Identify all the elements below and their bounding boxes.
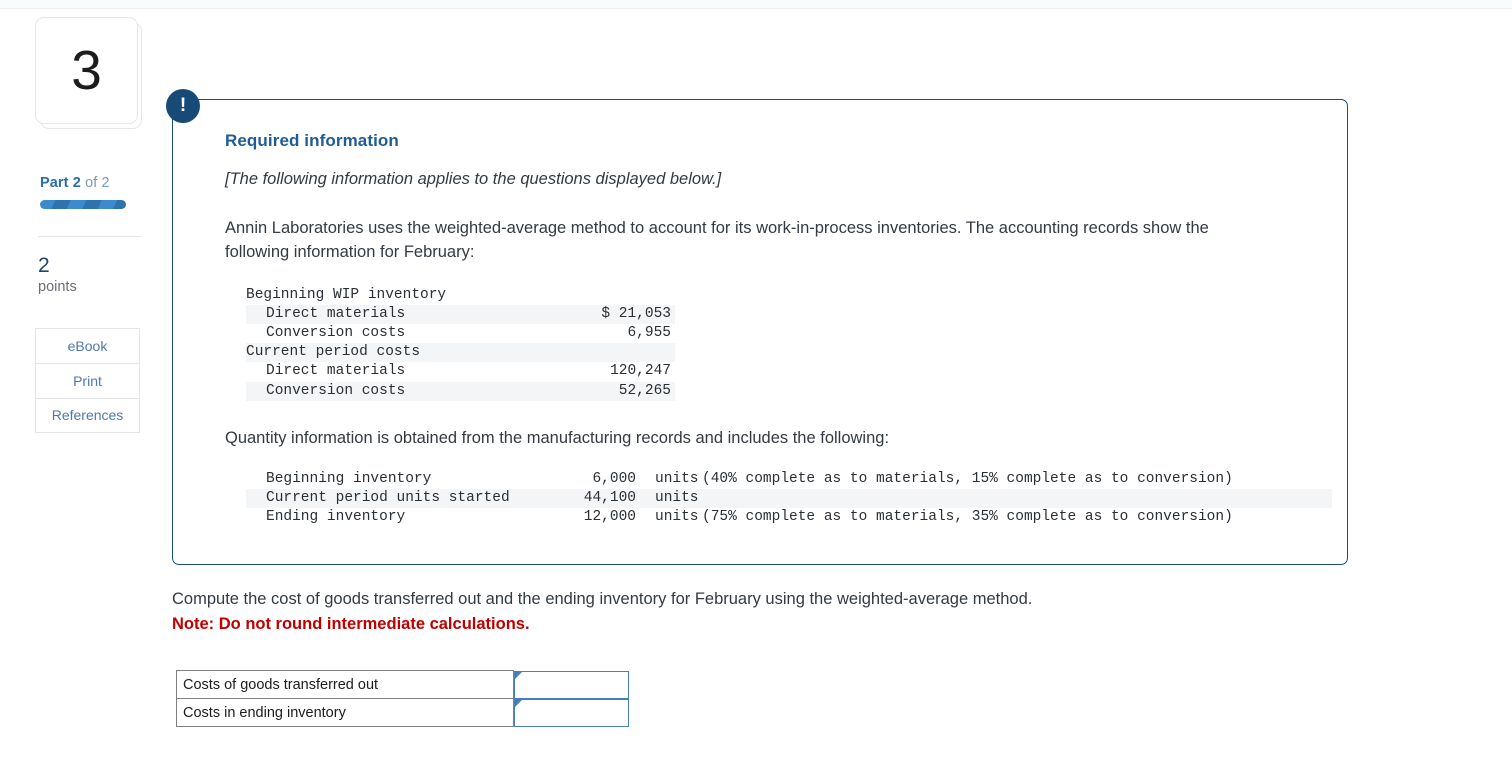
print-button[interactable]: Print	[35, 362, 140, 398]
required-information-callout: Required information [The following info…	[172, 99, 1348, 565]
row-value: 52,265	[618, 382, 671, 399]
part-of: of 2	[85, 175, 110, 191]
row-label: Current period units started	[266, 489, 510, 506]
ending-inventory-input-box[interactable]	[514, 698, 629, 727]
row-label: Ending inventory	[266, 509, 406, 526]
row-label: Beginning inventory	[266, 470, 432, 487]
rail-button-group: eBook Print References	[35, 327, 140, 433]
row-note: (40% complete as to materials, 15% compl…	[702, 470, 1233, 487]
table-row: Direct materials $ 21,053	[246, 304, 675, 324]
table-row: Costs in ending inventory	[176, 698, 630, 727]
table-row: Current period costs	[246, 343, 675, 363]
question-rail: 3 Part 2 of 2 2 points eBook Print Refer…	[0, 0, 168, 762]
table-row: Current period units started 44,100 unit…	[246, 488, 1332, 509]
table-row: Ending inventory 12,000 units (75% compl…	[246, 508, 1332, 527]
row-note: (75% complete as to materials, 35% compl…	[702, 509, 1233, 526]
row-unit: units	[655, 470, 699, 487]
row-label: Direct materials	[266, 363, 406, 380]
applies-note: [The following information applies to th…	[225, 170, 722, 188]
row-unit: units	[655, 489, 699, 506]
row-unit: units	[655, 509, 699, 526]
row-label: Conversion costs	[266, 382, 406, 399]
part-indicator: Part 2 of 2	[40, 175, 168, 191]
question-prompt: Compute the cost of goods transferred ou…	[172, 590, 1372, 634]
transferred-out-input-box[interactable]	[514, 670, 629, 699]
answer-table-wrap: Costs of goods transferred out Costs in …	[176, 670, 630, 727]
ebook-button[interactable]: eBook	[35, 327, 140, 363]
table-row: Beginning inventory 6,000 units (40% com…	[246, 470, 1332, 489]
part-prefix: Part	[40, 175, 69, 191]
row-value	[571, 343, 671, 362]
references-button[interactable]: References	[35, 397, 140, 433]
prompt-text: Compute the cost of goods transferred ou…	[172, 590, 1033, 608]
answer-input-cell[interactable]	[514, 698, 630, 727]
prompt-note: Note: Do not round intermediate calculat…	[172, 615, 530, 633]
answer-table: Costs of goods transferred out Costs in …	[176, 670, 630, 727]
top-strip	[0, 0, 1512, 9]
quantity-information-table: Beginning inventory 6,000 units (40% com…	[246, 470, 1332, 528]
answer-input-cell[interactable]	[514, 670, 630, 699]
answer-row-label: Costs of goods transferred out	[176, 670, 514, 699]
table-row: Beginning WIP inventory	[246, 286, 675, 305]
points-label: points	[38, 279, 77, 295]
question-number-card: 3	[35, 17, 142, 129]
scenario-paragraph: Annin Laboratories uses the weighted-ave…	[225, 219, 1209, 262]
table-row: Conversion costs 6,955	[246, 324, 675, 343]
part-progress-bar	[40, 200, 126, 209]
answer-row-label: Costs in ending inventory	[176, 698, 514, 727]
row-note	[702, 489, 1332, 508]
row-label: Direct materials	[266, 305, 406, 322]
table-row: Direct materials 120,247	[246, 362, 675, 381]
row-label: Conversion costs	[266, 324, 406, 341]
part-current: 2	[72, 175, 81, 191]
table-row: Costs of goods transferred out	[176, 670, 630, 699]
row-value: 44,100	[583, 489, 636, 506]
question-number-face: 3	[35, 17, 138, 124]
row-value: 6,000	[592, 470, 636, 487]
row-label: Beginning WIP inventory	[246, 286, 447, 303]
row-value: 6,955	[627, 324, 671, 341]
row-value: $ 21,053	[601, 305, 671, 322]
cell-marker-triangle-icon	[515, 699, 522, 707]
points-value: 2	[38, 254, 50, 277]
rail-divider	[38, 236, 141, 237]
table-row: Conversion costs 52,265	[246, 381, 675, 401]
cost-information-table: Beginning WIP inventory Direct materials…	[246, 286, 675, 401]
row-value: 120,247	[610, 363, 671, 380]
cell-marker-triangle-icon	[515, 671, 522, 679]
quantity-paragraph: Quantity information is obtained from th…	[225, 428, 890, 447]
row-value	[571, 286, 671, 305]
row-label: Current period costs	[246, 344, 421, 361]
question-number: 3	[71, 39, 102, 101]
exclamation-icon: !	[166, 89, 200, 123]
row-value: 12,000	[583, 509, 636, 526]
required-information-title: Required information	[225, 131, 399, 150]
